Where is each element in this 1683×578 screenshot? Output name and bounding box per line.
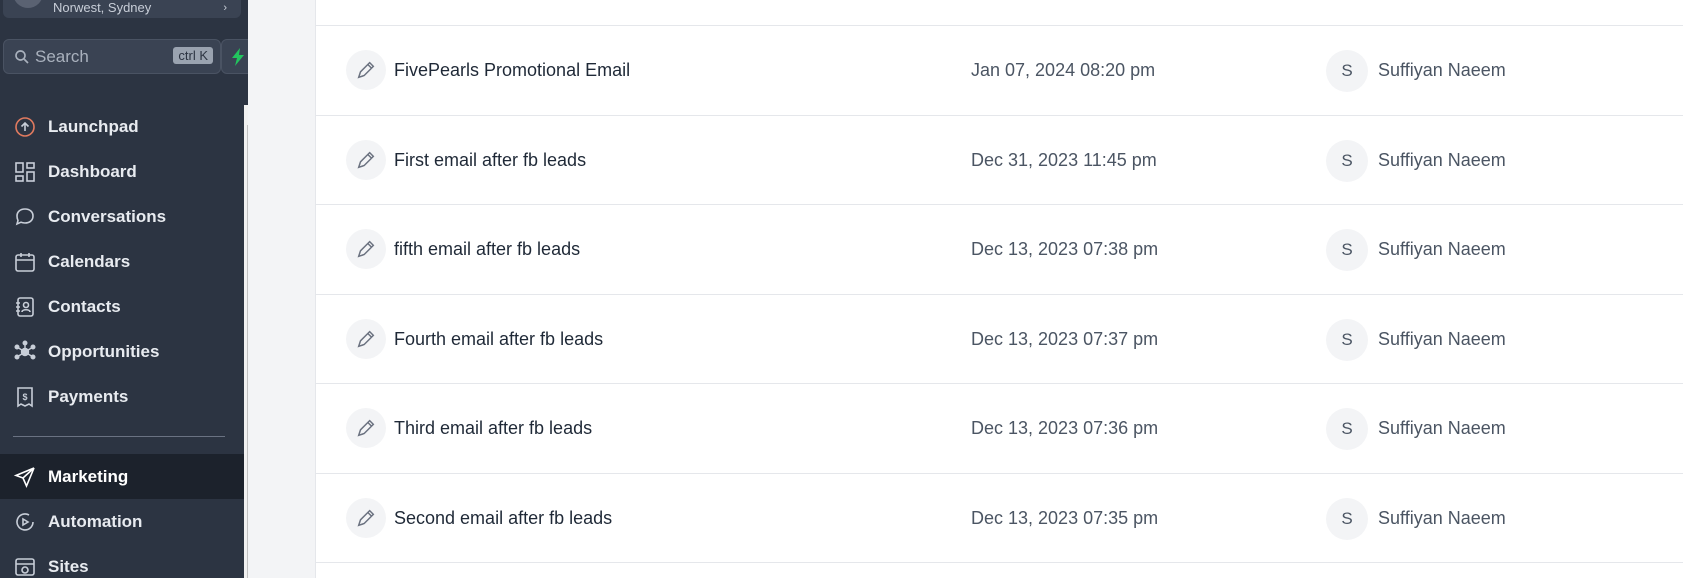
dashboard-icon bbox=[15, 161, 35, 182]
pen-icon bbox=[357, 509, 375, 526]
calendar-icon bbox=[15, 252, 35, 272]
template-date: Dec 13, 2023 07:36 pm bbox=[971, 418, 1159, 438]
search-input[interactable] bbox=[35, 47, 165, 67]
sidebar-item-label: Marketing bbox=[48, 466, 129, 486]
avatar: S bbox=[1326, 497, 1368, 540]
search-box[interactable]: ctrl K bbox=[3, 39, 221, 74]
templates-list: FivePearls Promotional Email Jan 07, 2024… bbox=[315, 0, 1683, 578]
template-name[interactable]: First email after fb leads bbox=[394, 150, 586, 171]
marketing-icon bbox=[13, 466, 35, 488]
sidebar-item-conversations[interactable]: Conversations bbox=[0, 194, 244, 239]
sidebar-nav: Launchpad Dashboard Conversations Calend… bbox=[0, 104, 244, 578]
author-name: Suffiyan Naeem bbox=[1378, 507, 1506, 528]
sidebar-item-label: Dashboard bbox=[48, 161, 137, 181]
sidebar-item-contacts[interactable]: Contacts bbox=[0, 284, 244, 329]
avatar: S bbox=[1326, 408, 1368, 450]
opportunities-icon bbox=[14, 340, 36, 359]
sidebar-item-dashboard[interactable]: Dashboard bbox=[0, 149, 244, 194]
sidebar-item-payments[interactable]: $ Payments bbox=[0, 374, 244, 419]
template-name[interactable]: fifth email after fb leads bbox=[394, 239, 580, 260]
sidebar-item-opportunities[interactable]: Opportunities bbox=[0, 329, 244, 374]
sidebar-item-automation[interactable]: Automation bbox=[0, 499, 244, 544]
sidebar-item-label: Opportunities bbox=[48, 341, 160, 361]
quick-actions-button[interactable] bbox=[221, 39, 248, 74]
table-row[interactable]: Fourth email after fb leads Dec 13, 2023 … bbox=[316, 295, 1683, 384]
template-date: Dec 13, 2023 07:38 pm bbox=[971, 239, 1159, 259]
pen-icon bbox=[357, 419, 375, 437]
search-shortcut-badge: ctrl K bbox=[173, 47, 213, 64]
pen-icon bbox=[357, 240, 375, 258]
location-name: Norwest, Sydney bbox=[53, 0, 152, 15]
pen-icon bbox=[357, 330, 375, 347]
edit-pen-icon[interactable] bbox=[346, 50, 386, 90]
author-name: Suffiyan Naeem bbox=[1378, 418, 1506, 438]
avatar: S bbox=[1326, 318, 1368, 361]
template-name[interactable]: Third email after fb leads bbox=[394, 418, 592, 439]
sidebar-item-label: Payments bbox=[48, 386, 129, 406]
automation-icon bbox=[16, 512, 34, 531]
table-row[interactable]: Third email after fb leads Dec 13, 2023 0… bbox=[316, 384, 1683, 474]
avatar: S bbox=[1326, 229, 1368, 271]
contacts-icon bbox=[16, 296, 34, 317]
sidebar-item-launchpad[interactable]: Launchpad bbox=[0, 104, 244, 149]
scroll-up-arrow-icon[interactable] bbox=[244, 107, 248, 121]
sidebar-scrollbar[interactable] bbox=[244, 105, 248, 578]
sites-icon bbox=[15, 557, 35, 576]
template-name[interactable]: FivePearls Promotional Email bbox=[394, 60, 630, 81]
table-row-partial bbox=[316, 0, 1683, 26]
template-date: Dec 31, 2023 11:45 pm bbox=[971, 149, 1157, 170]
payments-icon: $ bbox=[17, 386, 33, 407]
sidebar: Norwest, Sydney › ctrl K Launchpad Dashb… bbox=[0, 0, 248, 578]
edit-pen-icon[interactable] bbox=[346, 497, 386, 538]
location-switcher[interactable]: Norwest, Sydney › bbox=[3, 0, 241, 18]
template-date: Jan 07, 2024 08:20 pm bbox=[971, 60, 1156, 80]
avatar: S bbox=[1326, 139, 1368, 182]
sidebar-item-label: Sites bbox=[48, 556, 89, 576]
template-date: Dec 13, 2023 07:35 pm bbox=[971, 507, 1159, 528]
bolt-icon bbox=[232, 47, 244, 66]
edit-pen-icon[interactable] bbox=[346, 229, 386, 269]
sidebar-item-label: Contacts bbox=[48, 296, 121, 316]
edit-pen-icon[interactable] bbox=[346, 408, 386, 448]
author-name: Suffiyan Naeem bbox=[1378, 239, 1506, 259]
author-name: Suffiyan Naeem bbox=[1378, 328, 1506, 349]
edit-pen-icon[interactable] bbox=[346, 318, 386, 359]
conversations-icon bbox=[15, 207, 34, 225]
avatar: S bbox=[1326, 50, 1368, 92]
svg-text:$: $ bbox=[22, 392, 27, 402]
sidebar-item-calendars[interactable]: Calendars bbox=[0, 239, 244, 284]
table-row[interactable]: First email after fb leads Dec 31, 2023 1… bbox=[316, 116, 1683, 205]
sidebar-item-label: Calendars bbox=[48, 251, 131, 271]
pen-icon bbox=[357, 61, 375, 79]
sidebar-item-sites[interactable]: Sites bbox=[0, 544, 244, 578]
table-row[interactable]: Second email after fb leads Dec 13, 2023 … bbox=[316, 474, 1683, 563]
sidebar-divider bbox=[13, 436, 225, 437]
sidebar-scrollbar-thumb[interactable] bbox=[247, 125, 248, 578]
sidebar-item-label: Automation bbox=[48, 511, 143, 531]
table-row[interactable]: FivePearls Promotional Email Jan 07, 2024… bbox=[316, 26, 1683, 116]
edit-pen-icon[interactable] bbox=[346, 139, 386, 180]
template-name[interactable]: Second email after fb leads bbox=[394, 508, 612, 529]
sidebar-item-marketing[interactable]: Marketing bbox=[0, 454, 244, 499]
launchpad-icon bbox=[15, 116, 35, 137]
template-date: Dec 13, 2023 07:37 pm bbox=[971, 328, 1159, 349]
pen-icon bbox=[357, 151, 375, 168]
author-name: Suffiyan Naeem bbox=[1378, 149, 1506, 170]
location-avatar bbox=[13, 0, 43, 8]
table-row[interactable]: fifth email after fb leads Dec 13, 2023 0… bbox=[316, 205, 1683, 295]
sidebar-item-label: Launchpad bbox=[48, 116, 139, 136]
sidebar-item-label: Conversations bbox=[48, 206, 167, 226]
template-name[interactable]: Fourth email after fb leads bbox=[394, 329, 603, 350]
author-name: Suffiyan Naeem bbox=[1378, 60, 1506, 80]
chevron-icon: › bbox=[223, 2, 227, 14]
search-icon bbox=[15, 50, 29, 64]
